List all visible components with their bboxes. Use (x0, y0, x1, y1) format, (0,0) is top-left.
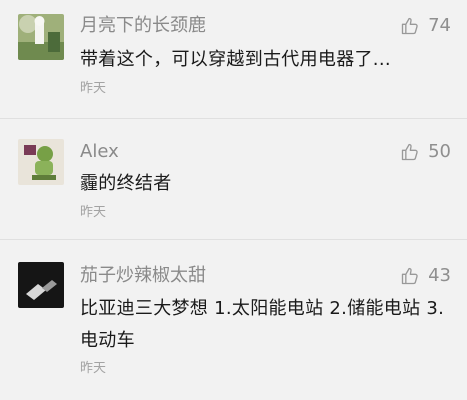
giraffe-photo-icon (18, 14, 64, 60)
timestamp: 昨天 (80, 205, 107, 220)
comment-text: 带着这个，可以穿越到古代用电器了... (80, 49, 391, 70)
avatar[interactable] (18, 139, 64, 185)
thumbs-up-icon (401, 267, 418, 285)
like-button[interactable]: 43 (400, 264, 451, 288)
comment-item: 茄子炒辣椒太甜 43 比亚迪三大梦想 1.太阳能电站 2.储能电站 3.电动车 … (0, 240, 467, 400)
username[interactable]: 茄子炒辣椒太甜 (80, 264, 206, 288)
like-button[interactable]: 74 (400, 14, 451, 38)
timestamp: 昨天 (80, 361, 107, 376)
toy-figure-photo-icon (18, 139, 64, 185)
timestamp: 昨天 (80, 81, 107, 96)
like-count: 50 (428, 141, 451, 162)
thumbs-up-icon (401, 143, 418, 161)
username[interactable]: Alex (80, 140, 119, 164)
like-count: 43 (428, 265, 451, 286)
avatar[interactable] (18, 14, 64, 60)
like-count: 74 (428, 15, 451, 36)
comment-text: 比亚迪三大梦想 1.太阳能电站 2.储能电站 3.电动车 (80, 298, 445, 351)
comment-item: Alex 50 霾的终结者 昨天 (0, 119, 467, 239)
comment-item: 月亮下的长颈鹿 74 带着这个，可以穿越到古代用电器了... 昨天 (0, 0, 467, 118)
username[interactable]: 月亮下的长颈鹿 (80, 14, 206, 38)
comment-text: 霾的终结者 (80, 173, 172, 194)
thumbs-up-icon (401, 17, 418, 35)
avatar[interactable] (18, 262, 64, 308)
dark-photo-icon (18, 262, 64, 308)
like-button[interactable]: 50 (400, 140, 451, 164)
